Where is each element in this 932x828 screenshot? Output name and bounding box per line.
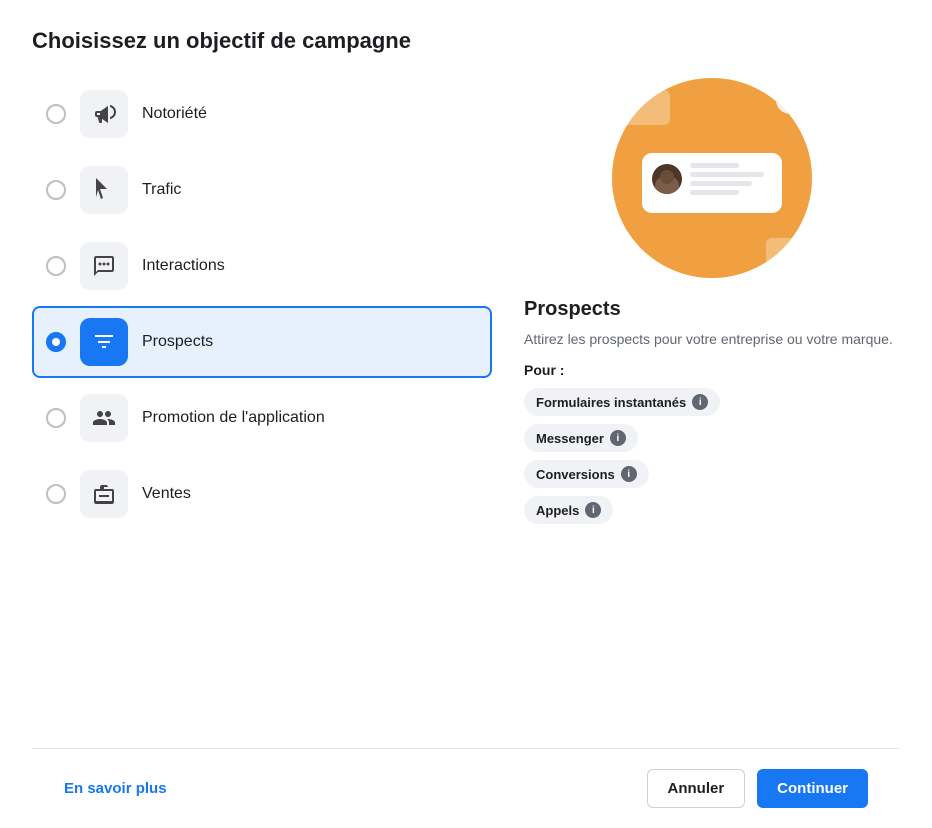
illus-avatar [652, 164, 682, 194]
illustration: ✓ [612, 78, 812, 278]
dialog-footer: En savoir plus Annuler Continuer [32, 748, 900, 828]
radio-inner-dot [52, 338, 60, 346]
detail-for-label: Pour : [524, 362, 900, 378]
illus-deco-tl [620, 90, 670, 125]
illus-circle: ✓ [612, 78, 812, 278]
option-trafic[interactable]: Trafic [32, 154, 492, 226]
megaphone-icon [92, 102, 116, 126]
learn-more-link[interactable]: En savoir plus [64, 780, 167, 797]
illus-card-header [652, 163, 772, 195]
info-icon-appels[interactable]: i [585, 502, 601, 518]
ventes-label: Ventes [142, 485, 191, 503]
options-list: Notoriété Trafic [32, 78, 492, 748]
info-icon-conversions[interactable]: i [621, 466, 637, 482]
radio-promotion[interactable] [46, 408, 66, 428]
option-promotion[interactable]: Promotion de l'application [32, 382, 492, 454]
tag-formulaires-label: Formulaires instantanés [536, 395, 686, 410]
radio-interactions[interactable] [46, 256, 66, 276]
footer-actions: Annuler Continuer [647, 769, 869, 808]
info-icon-messenger[interactable]: i [610, 430, 626, 446]
dialog: Choisissez un objectif de campagne Notor… [0, 0, 932, 828]
radio-prospects[interactable] [46, 332, 66, 352]
people-icon [92, 406, 116, 430]
notoriete-label: Notoriété [142, 105, 207, 123]
prospects-icon-box [80, 318, 128, 366]
ventes-icon-box [80, 470, 128, 518]
cursor-icon [92, 178, 116, 202]
tag-appels-label: Appels [536, 503, 579, 518]
trafic-label: Trafic [142, 181, 181, 199]
tag-conversions-label: Conversions [536, 467, 615, 482]
illus-card [642, 153, 782, 213]
content-area: Notoriété Trafic [32, 78, 900, 748]
tag-messenger-label: Messenger [536, 431, 604, 446]
illus-deco-br [766, 238, 806, 268]
info-icon-formulaires[interactable]: i [692, 394, 708, 410]
option-interactions[interactable]: Interactions [32, 230, 492, 302]
radio-notoriete[interactable] [46, 104, 66, 124]
tag-messenger: Messenger i [524, 424, 638, 452]
dialog-title: Choisissez un objectif de campagne [32, 28, 900, 54]
radio-trafic[interactable] [46, 180, 66, 200]
interactions-icon-box [80, 242, 128, 290]
illus-line [690, 190, 739, 195]
prospects-label: Prospects [142, 333, 213, 351]
option-notoriete[interactable]: Notoriété [32, 78, 492, 150]
interactions-label: Interactions [142, 257, 225, 275]
promotion-icon-box [80, 394, 128, 442]
tag-formulaires: Formulaires instantanés i [524, 388, 720, 416]
notoriete-icon-box [80, 90, 128, 138]
cancel-button[interactable]: Annuler [647, 769, 746, 808]
tags-list: Formulaires instantanés i Messenger i Co… [524, 388, 900, 524]
option-prospects[interactable]: Prospects [32, 306, 492, 378]
illus-line [690, 172, 764, 177]
illus-line [690, 163, 739, 168]
radio-ventes[interactable] [46, 484, 66, 504]
tag-conversions: Conversions i [524, 460, 649, 488]
filter-icon [92, 330, 116, 354]
tag-appels: Appels i [524, 496, 613, 524]
illus-line [690, 181, 752, 186]
chat-icon [92, 254, 116, 278]
illus-checkmark: ✓ [776, 86, 804, 114]
detail-description: Attirez les prospects pour votre entrepr… [524, 329, 900, 350]
continue-button[interactable]: Continuer [757, 769, 868, 808]
detail-panel: ✓ Prospects Attirez les prospects pour v… [492, 78, 900, 748]
promotion-label: Promotion de l'application [142, 409, 325, 427]
option-ventes[interactable]: Ventes [32, 458, 492, 530]
trafic-icon-box [80, 166, 128, 214]
detail-title: Prospects [524, 298, 900, 321]
illus-lines [690, 163, 772, 195]
briefcase-icon [92, 482, 116, 506]
